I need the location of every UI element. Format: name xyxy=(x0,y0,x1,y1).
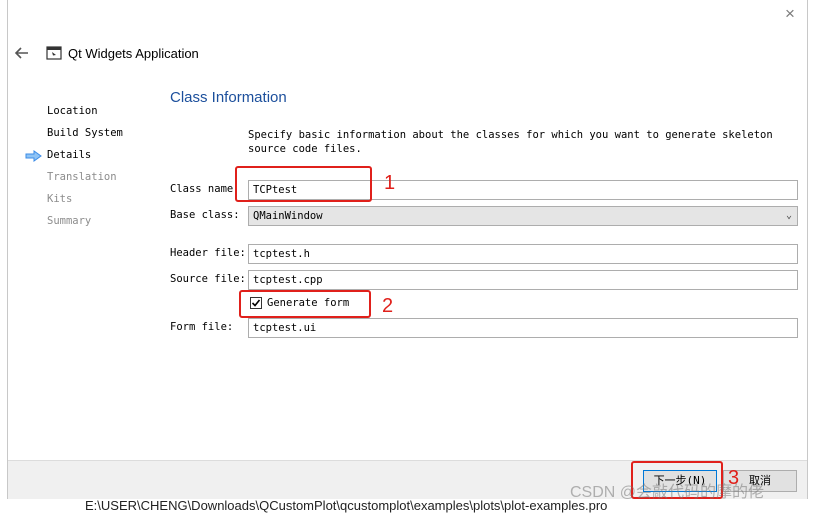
base-class-value: QMainWindow xyxy=(253,210,323,222)
header-file-input[interactable]: tcptest.h xyxy=(248,244,798,264)
source-file-label: Source file: xyxy=(170,273,246,285)
sidebar-item-details: Details xyxy=(47,149,92,161)
current-step-arrow-icon xyxy=(25,150,42,162)
base-class-label: Base class: xyxy=(170,209,240,221)
close-button[interactable]: × xyxy=(781,5,799,23)
back-arrow-icon[interactable] xyxy=(14,45,30,61)
application-window-icon xyxy=(46,46,62,60)
form-file-input[interactable]: tcptest.ui xyxy=(248,318,798,338)
annotation-number-2: 2 xyxy=(382,295,394,317)
wizard-title: Qt Widgets Application xyxy=(68,46,199,61)
sidebar-item-kits: Kits xyxy=(47,193,73,205)
page-title: Class Information xyxy=(170,89,287,106)
sidebar-item-location: Location xyxy=(47,105,98,117)
form-file-label: Form file: xyxy=(170,321,234,333)
source-file-input[interactable]: tcptest.cpp xyxy=(248,270,798,290)
sidebar-item-build-system: Build System xyxy=(47,127,123,139)
class-name-label: Class name xyxy=(170,183,234,195)
base-class-select[interactable]: QMainWindow ⌄ xyxy=(248,206,798,226)
background-file-path: E:\USER\CHENG\Downloads\QCustomPlot\qcus… xyxy=(85,498,608,513)
sidebar-item-translation: Translation xyxy=(47,171,117,183)
watermark: CSDN @会敲代码的摩的佬 xyxy=(570,484,765,501)
page-description: Specify basic information about the clas… xyxy=(248,129,773,155)
chevron-down-icon: ⌄ xyxy=(785,210,792,221)
annotation-number-1: 1 xyxy=(384,172,396,194)
annotation-box-1 xyxy=(235,166,372,202)
sidebar-item-summary: Summary xyxy=(47,215,92,227)
header-file-label: Header file: xyxy=(170,247,246,259)
annotation-box-2 xyxy=(239,290,371,318)
